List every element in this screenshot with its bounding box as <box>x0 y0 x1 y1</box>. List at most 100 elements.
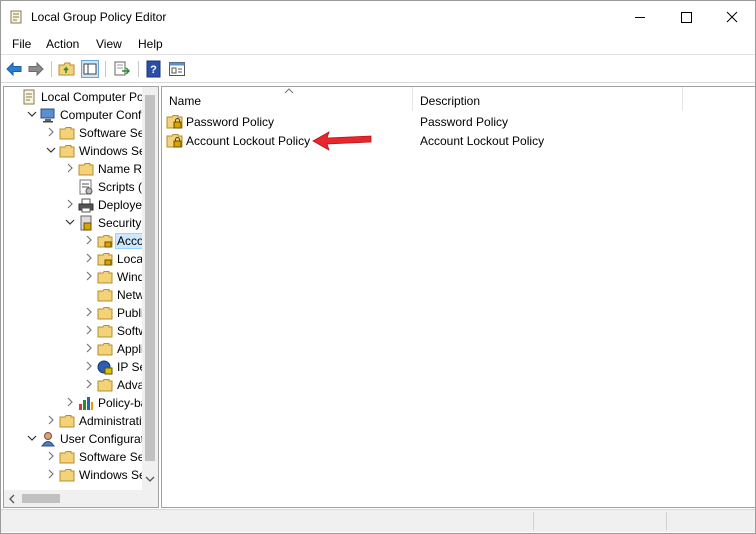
tree-item-label: Administrative <box>79 414 144 428</box>
tree-item-label: Name Res <box>98 162 144 176</box>
chevron-down-icon[interactable] <box>27 109 37 119</box>
chevron-right-icon[interactable] <box>84 343 94 353</box>
security-icon <box>80 215 92 231</box>
tree-item[interactable]: Softwa <box>4 322 144 340</box>
tree-item[interactable]: Applic <box>4 340 144 358</box>
tree-item[interactable]: Deployed <box>4 196 144 214</box>
folder-icon <box>59 451 75 464</box>
maximize-icon <box>681 12 692 23</box>
chevron-down-icon[interactable] <box>46 145 56 155</box>
tree-item[interactable]: Advan <box>4 376 144 394</box>
tree-item[interactable]: Security Se <box>4 214 144 232</box>
status-bar <box>1 509 755 532</box>
chevron-right-icon[interactable] <box>84 253 94 263</box>
toolbar-separator <box>51 61 52 77</box>
tree-item[interactable]: Policy-bas <box>4 394 144 412</box>
back-icon[interactable] <box>5 60 23 78</box>
tree-item[interactable]: Computer Config <box>4 106 144 124</box>
folder-icon <box>97 325 113 338</box>
scrollbar-thumb[interactable] <box>145 95 155 461</box>
tree-item-label: Local P <box>117 252 144 266</box>
export-list-icon[interactable] <box>113 60 131 78</box>
tree-item-label: IP Secu <box>117 360 144 374</box>
tree-item[interactable]: Public <box>4 304 144 322</box>
locked-folder-icon <box>97 253 113 266</box>
chevron-right-icon[interactable] <box>84 307 94 317</box>
column-header-description[interactable]: Description <box>413 87 683 111</box>
tree-item-label: Netwo <box>117 288 144 302</box>
chevron-right-icon[interactable] <box>46 127 56 137</box>
scrollbar-thumb[interactable] <box>22 494 60 503</box>
item-description: Account Lockout Policy <box>420 134 545 148</box>
column-header-name[interactable]: Name <box>162 87 413 111</box>
folder-icon <box>97 343 113 356</box>
help-icon[interactable]: ? <box>145 60 163 78</box>
console-tree[interactable]: Local Computer Polic Computer Config Softw… <box>3 86 159 508</box>
close-icon <box>726 11 738 23</box>
tree-item[interactable]: Software Setti <box>4 448 144 466</box>
folder-icon <box>59 145 75 158</box>
item-description: Password Policy <box>420 115 509 129</box>
tree-item[interactable]: Windo <box>4 268 144 286</box>
svg-text:?: ? <box>150 64 157 76</box>
tree-item[interactable]: Administrative <box>4 412 144 430</box>
folder-icon <box>59 469 75 482</box>
locked-folder-icon <box>97 235 113 248</box>
folder-icon <box>59 127 75 140</box>
tree-item[interactable]: Software Setti <box>4 124 144 142</box>
menu-action[interactable]: Action <box>46 37 79 51</box>
chevron-down-icon[interactable] <box>65 217 75 227</box>
title-bar[interactable]: Local Group Policy Editor <box>1 1 755 33</box>
forward-icon[interactable] <box>27 60 45 78</box>
properties-pane-icon[interactable] <box>168 60 186 78</box>
chevron-right-icon[interactable] <box>46 469 56 479</box>
tree-item[interactable]: User Configuration <box>4 430 144 448</box>
chevron-right-icon[interactable] <box>84 379 94 389</box>
tree-item[interactable]: Windows Sett <box>4 466 144 484</box>
tree-item-label: Accou <box>114 233 144 249</box>
close-button[interactable] <box>709 1 755 33</box>
status-divider <box>533 512 534 530</box>
tree-item-label: Security Se <box>98 216 144 230</box>
tree-item[interactable]: Accou <box>4 232 144 250</box>
menu-help[interactable]: Help <box>138 37 163 51</box>
tree-vertical-scrollbar[interactable] <box>142 87 158 490</box>
chevron-right-icon[interactable] <box>84 235 94 245</box>
tree-item[interactable]: Local Computer Polic <box>4 88 144 106</box>
maximize-button[interactable] <box>663 1 709 33</box>
menu-view[interactable]: View <box>96 37 122 51</box>
tree-item[interactable]: IP Secu <box>4 358 144 376</box>
menu-file[interactable]: File <box>12 37 31 51</box>
tree-item[interactable]: Scripts (Sta <box>4 178 144 196</box>
tree-item[interactable]: Windows Setti <box>4 142 144 160</box>
minimize-button[interactable] <box>617 1 663 33</box>
locked-folder-icon <box>166 134 183 148</box>
chevron-right-icon[interactable] <box>84 325 94 335</box>
chevron-down-icon[interactable] <box>27 433 37 443</box>
chevron-right-icon[interactable] <box>46 415 56 425</box>
tree-item[interactable]: Name Res <box>4 160 144 178</box>
scroll-down-icon[interactable] <box>145 475 155 483</box>
chevron-right-icon[interactable] <box>46 451 56 461</box>
red-annotation-arrow-icon <box>312 131 372 151</box>
chevron-right-icon[interactable] <box>84 361 94 371</box>
chevron-right-icon[interactable] <box>65 163 75 173</box>
show-hide-tree-icon[interactable] <box>81 60 99 78</box>
tree-item-label: Local Computer Polic <box>41 90 144 104</box>
item-name: Password Policy <box>186 115 275 129</box>
chart-icon <box>79 397 93 410</box>
chevron-right-icon[interactable] <box>84 271 94 281</box>
tree-item-label: Deployed <box>98 198 144 212</box>
chevron-right-icon[interactable] <box>65 397 75 407</box>
tree-horizontal-scrollbar[interactable] <box>4 490 158 507</box>
toolbar: ? <box>1 56 755 83</box>
tree-item-label: Softwa <box>117 324 144 338</box>
scroll-left-icon[interactable] <box>8 494 16 504</box>
tree-item-label: Applic <box>117 342 144 356</box>
chevron-right-icon[interactable] <box>65 199 75 209</box>
up-folder-icon[interactable] <box>58 60 76 78</box>
tree-item[interactable]: Netwo <box>4 286 144 304</box>
folder-icon <box>97 289 113 302</box>
tree-item-label: Advan <box>117 378 144 392</box>
tree-item[interactable]: Local P <box>4 250 144 268</box>
